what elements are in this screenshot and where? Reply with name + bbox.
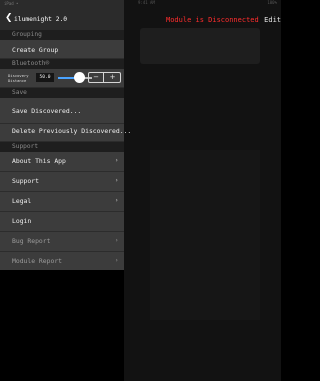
discovery-distance-row: Discovery Distance 50.0 − + xyxy=(0,69,124,88)
sidebar-header: ❮ ilumenight 2.0 xyxy=(0,9,124,30)
section-header-grouping: Grouping xyxy=(0,30,124,40)
menu-item-label: About This App xyxy=(12,157,66,165)
stepper-plus-button[interactable]: + xyxy=(105,73,120,82)
discovery-distance-value[interactable]: 50.0 xyxy=(36,73,54,82)
menu-item-label: Support xyxy=(12,177,39,185)
connection-status-title: Module is Disconnected xyxy=(166,16,259,24)
section-label: Support xyxy=(12,143,39,150)
sidebar-item-about[interactable]: About This App › xyxy=(0,152,124,172)
menu-item-label: Create Group xyxy=(12,46,59,54)
sidebar-item-login[interactable]: Login xyxy=(0,212,124,232)
status-carrier: iPad • xyxy=(4,1,19,6)
sidebar-item-support[interactable]: Support › xyxy=(0,172,124,192)
sidebar-menu: iPad • ❮ ilumenight 2.0 Grouping Create … xyxy=(0,0,131,381)
menu-item-label: Save Discovered... xyxy=(12,107,82,115)
chevron-right-icon: › xyxy=(115,156,118,164)
status-time: 9:41 AM xyxy=(138,0,155,5)
chevron-right-icon: › xyxy=(115,256,118,264)
chevron-right-icon: › xyxy=(115,176,118,184)
sidebar-item-legal[interactable]: Legal › xyxy=(0,192,124,212)
menu-item-label: Delete Previously Discovered... xyxy=(12,127,132,135)
save-discovered-button[interactable]: Save Discovered... xyxy=(0,98,124,124)
edit-button[interactable]: Edit xyxy=(264,16,281,24)
distance-slider-thumb[interactable] xyxy=(74,72,85,83)
main-content-placeholder xyxy=(150,150,260,320)
chevron-right-icon: › xyxy=(115,196,118,204)
sidebar-empty-area xyxy=(0,270,124,381)
distance-stepper: − + xyxy=(88,72,121,83)
delete-discovered-button[interactable]: Delete Previously Discovered... xyxy=(0,124,131,142)
label-line: Distance xyxy=(8,77,27,83)
main-header: Module is Disconnected Edit xyxy=(124,12,281,30)
sidebar-item-bug-report[interactable]: Bug Report › xyxy=(0,232,124,252)
menu-item-label: Module Report xyxy=(12,257,63,265)
section-label: Grouping xyxy=(12,31,42,38)
section-label: Bluetooth® xyxy=(12,60,50,67)
stepper-minus-button[interactable]: − xyxy=(89,73,104,82)
app-title: ilumenight 2.0 xyxy=(14,16,68,23)
status-battery: 100% xyxy=(267,0,277,5)
create-group-button[interactable]: Create Group xyxy=(0,40,124,59)
menu-item-label: Bug Report xyxy=(12,237,51,245)
section-label: Save xyxy=(12,89,27,96)
main-card-placeholder xyxy=(140,28,260,64)
menu-item-label: Legal xyxy=(12,197,32,205)
sidebar-status-bar: iPad • xyxy=(0,0,124,9)
chevron-left-icon[interactable]: ❮ xyxy=(5,13,13,23)
main-status-bar: 9:41 AM 100% xyxy=(124,0,281,8)
sidebar-item-module-report[interactable]: Module Report › xyxy=(0,252,124,271)
section-header-save: Save xyxy=(0,88,124,98)
discovery-distance-label: Discovery Distance xyxy=(8,73,29,83)
section-header-bluetooth: Bluetooth® xyxy=(0,59,124,69)
chevron-right-icon: › xyxy=(115,236,118,244)
menu-item-label: Login xyxy=(12,217,32,225)
section-header-support: Support xyxy=(0,142,124,152)
